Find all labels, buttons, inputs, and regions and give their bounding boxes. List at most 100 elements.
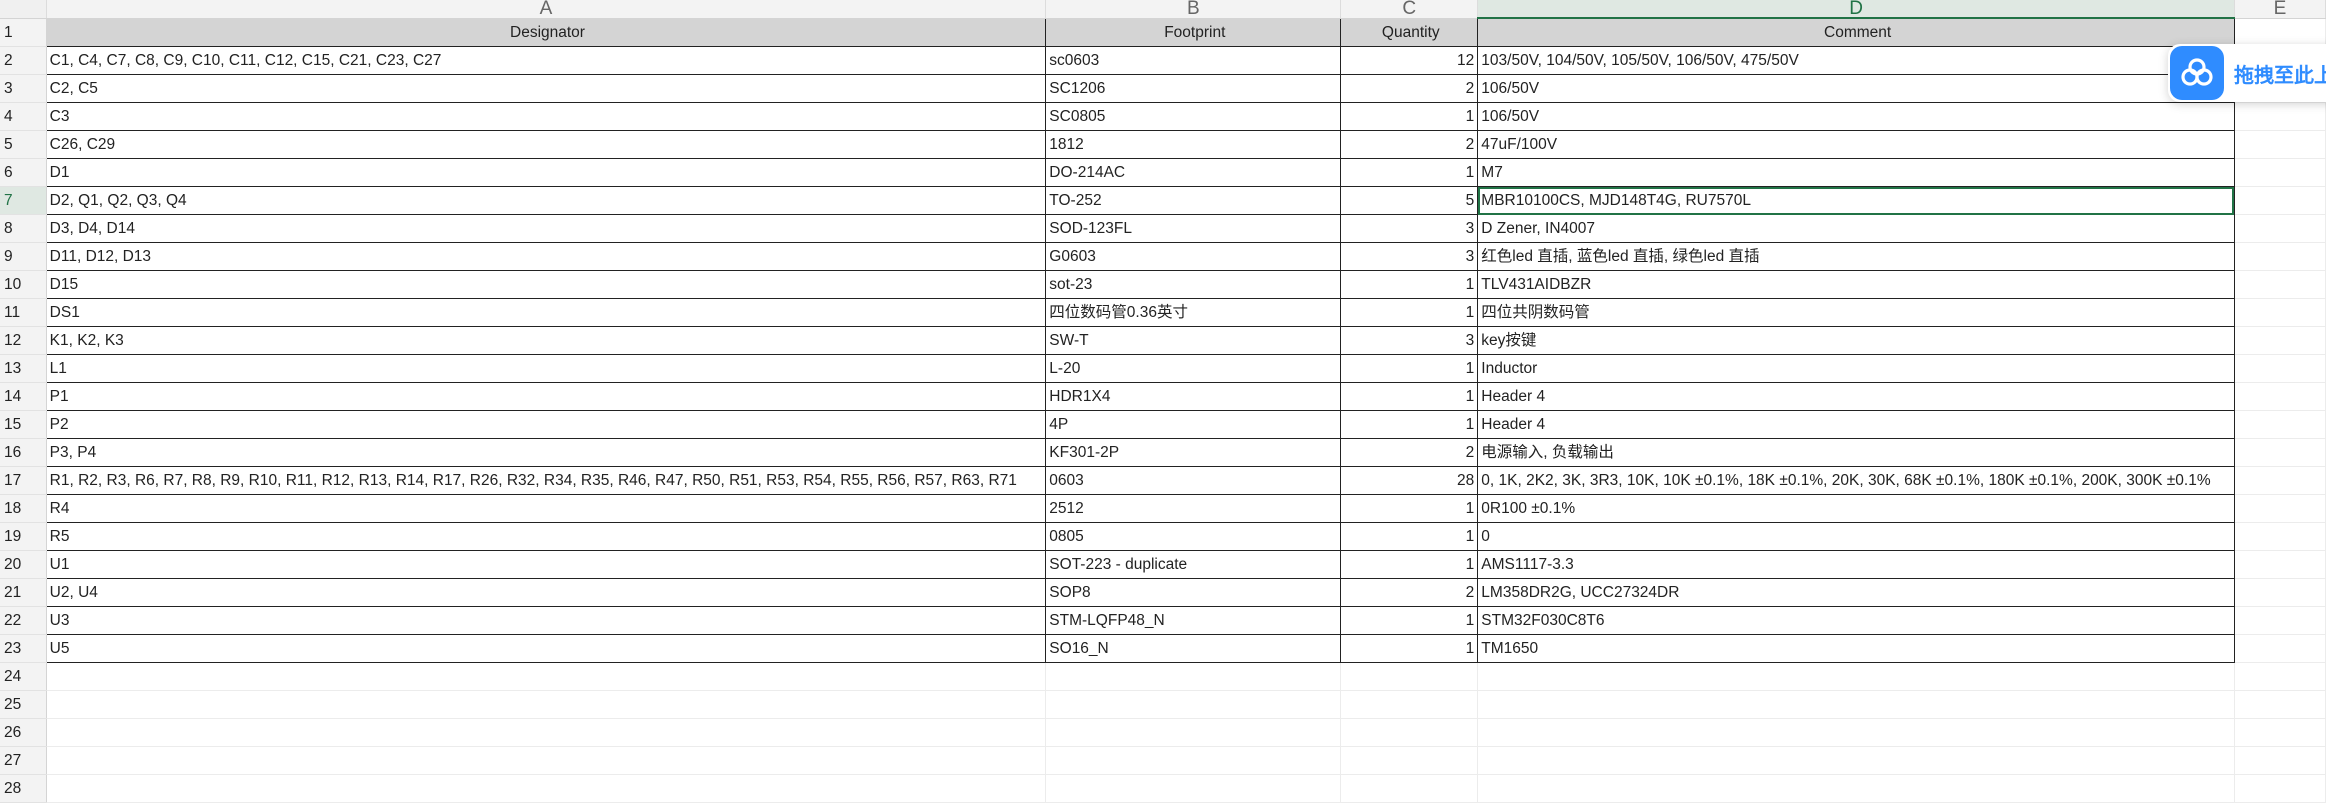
- row-number[interactable]: 2: [0, 46, 47, 75]
- empty-cell[interactable]: [46, 662, 1047, 691]
- comment-cell[interactable]: D Zener, IN4007: [1477, 214, 2235, 243]
- empty-cell[interactable]: [2234, 298, 2326, 327]
- empty-cell[interactable]: [1045, 662, 1342, 691]
- comment-cell[interactable]: Header 4: [1477, 382, 2235, 411]
- designator-cell[interactable]: C3: [45, 102, 1047, 131]
- row-number[interactable]: 7: [0, 186, 47, 215]
- quantity-cell[interactable]: 1: [1340, 382, 1479, 411]
- footprint-cell[interactable]: L-20: [1045, 354, 1342, 383]
- empty-cell[interactable]: [1045, 746, 1342, 775]
- comment-cell[interactable]: 0, 1K, 2K2, 3K, 3R3, 10K, 10K ±0.1%, 18K…: [1477, 466, 2235, 495]
- footprint-cell[interactable]: 4P: [1045, 410, 1342, 439]
- empty-cell[interactable]: [2234, 578, 2326, 607]
- designator-cell[interactable]: U2, U4: [45, 578, 1047, 607]
- footprint-cell[interactable]: DO-214AC: [1045, 158, 1342, 187]
- empty-cell[interactable]: [2234, 662, 2326, 691]
- quantity-cell[interactable]: 1: [1340, 410, 1479, 439]
- designator-cell[interactable]: C26, C29: [45, 130, 1047, 159]
- quantity-cell[interactable]: 3: [1340, 242, 1479, 271]
- empty-cell[interactable]: [2234, 550, 2326, 579]
- footprint-cell[interactable]: SC1206: [1045, 74, 1342, 103]
- empty-cell[interactable]: [1045, 690, 1342, 719]
- designator-cell[interactable]: DS1: [45, 298, 1047, 327]
- row-number[interactable]: 28: [0, 774, 47, 803]
- footprint-cell[interactable]: STM-LQFP48_N: [1045, 606, 1342, 635]
- empty-cell[interactable]: [1045, 774, 1342, 803]
- header-footprint[interactable]: Footprint: [1045, 17, 1342, 47]
- empty-cell[interactable]: [1340, 746, 1479, 775]
- quantity-cell[interactable]: 12: [1340, 46, 1479, 75]
- row-number[interactable]: 13: [0, 354, 47, 383]
- empty-cell[interactable]: [46, 746, 1047, 775]
- empty-cell[interactable]: [1477, 746, 2235, 775]
- comment-cell[interactable]: TLV431AIDBZR: [1477, 270, 2235, 299]
- header-quantity[interactable]: Quantity: [1340, 17, 1479, 47]
- comment-cell[interactable]: TM1650: [1477, 634, 2235, 663]
- row-number[interactable]: 6: [0, 158, 47, 187]
- row-number[interactable]: 20: [0, 550, 47, 579]
- quantity-cell[interactable]: 3: [1340, 214, 1479, 243]
- comment-cell[interactable]: 106/50V: [1477, 102, 2235, 131]
- empty-cell[interactable]: [46, 718, 1047, 747]
- row-number[interactable]: 19: [0, 522, 47, 551]
- footprint-cell[interactable]: SC0805: [1045, 102, 1342, 131]
- row-number[interactable]: 9: [0, 242, 47, 271]
- header-comment[interactable]: Comment: [1477, 17, 2235, 47]
- drag-upload-widget[interactable]: 拖拽至此上: [2168, 44, 2326, 102]
- designator-cell[interactable]: U1: [45, 550, 1047, 579]
- empty-cell[interactable]: [2234, 102, 2326, 131]
- empty-cell[interactable]: [2234, 410, 2326, 439]
- footprint-cell[interactable]: KF301-2P: [1045, 438, 1342, 467]
- footprint-cell[interactable]: sc0603: [1045, 46, 1342, 75]
- designator-cell[interactable]: P2: [45, 410, 1047, 439]
- footprint-cell[interactable]: sot-23: [1045, 270, 1342, 299]
- empty-cell[interactable]: [2234, 214, 2326, 243]
- quantity-cell[interactable]: 1: [1340, 270, 1479, 299]
- row-number[interactable]: 3: [0, 74, 47, 103]
- comment-cell[interactable]: 电源输入, 负载输出: [1477, 438, 2235, 467]
- empty-cell[interactable]: [2234, 18, 2326, 47]
- empty-cell[interactable]: [1340, 690, 1479, 719]
- row-number[interactable]: 1: [0, 18, 47, 47]
- designator-cell[interactable]: D15: [45, 270, 1047, 299]
- row-number[interactable]: 27: [0, 746, 47, 775]
- row-number[interactable]: 8: [0, 214, 47, 243]
- designator-cell[interactable]: D2, Q1, Q2, Q3, Q4: [45, 186, 1047, 215]
- comment-cell[interactable]: 47uF/100V: [1477, 130, 2235, 159]
- quantity-cell[interactable]: 3: [1340, 326, 1479, 355]
- comment-cell[interactable]: 0R100 ±0.1%: [1477, 494, 2235, 523]
- comment-cell[interactable]: 106/50V: [1477, 74, 2235, 103]
- empty-cell[interactable]: [1477, 718, 2235, 747]
- quantity-cell[interactable]: 1: [1340, 522, 1479, 551]
- empty-cell[interactable]: [2234, 326, 2326, 355]
- designator-cell[interactable]: K1, K2, K3: [45, 326, 1047, 355]
- empty-cell[interactable]: [1477, 690, 2235, 719]
- empty-cell[interactable]: [2234, 634, 2326, 663]
- empty-cell[interactable]: [2234, 158, 2326, 187]
- empty-cell[interactable]: [1340, 774, 1479, 803]
- empty-cell[interactable]: [2234, 242, 2326, 271]
- column-header-a[interactable]: A: [46, 0, 1047, 19]
- quantity-cell[interactable]: 2: [1340, 130, 1479, 159]
- column-header-d[interactable]: D: [1477, 0, 2235, 19]
- quantity-cell[interactable]: 2: [1340, 74, 1479, 103]
- footprint-cell[interactable]: HDR1X4: [1045, 382, 1342, 411]
- empty-cell[interactable]: [46, 690, 1047, 719]
- quantity-cell[interactable]: 1: [1340, 298, 1479, 327]
- quantity-cell[interactable]: 1: [1340, 550, 1479, 579]
- quantity-cell[interactable]: 1: [1340, 634, 1479, 663]
- comment-cell[interactable]: 红色led 直插, 蓝色led 直插, 绿色led 直插: [1477, 242, 2235, 271]
- comment-cell[interactable]: AMS1117-3.3: [1477, 550, 2235, 579]
- column-header-e[interactable]: E: [2234, 0, 2326, 19]
- quantity-cell[interactable]: 1: [1340, 102, 1479, 131]
- select-all-corner[interactable]: [0, 0, 47, 19]
- empty-cell[interactable]: [2234, 466, 2326, 495]
- quantity-cell[interactable]: 1: [1340, 606, 1479, 635]
- comment-cell[interactable]: LM358DR2G, UCC27324DR: [1477, 578, 2235, 607]
- comment-cell[interactable]: STM32F030C8T6: [1477, 606, 2235, 635]
- row-number[interactable]: 15: [0, 410, 47, 439]
- designator-cell[interactable]: R5: [45, 522, 1047, 551]
- row-number[interactable]: 16: [0, 438, 47, 467]
- footprint-cell[interactable]: SOD-123FL: [1045, 214, 1342, 243]
- row-number[interactable]: 23: [0, 634, 47, 663]
